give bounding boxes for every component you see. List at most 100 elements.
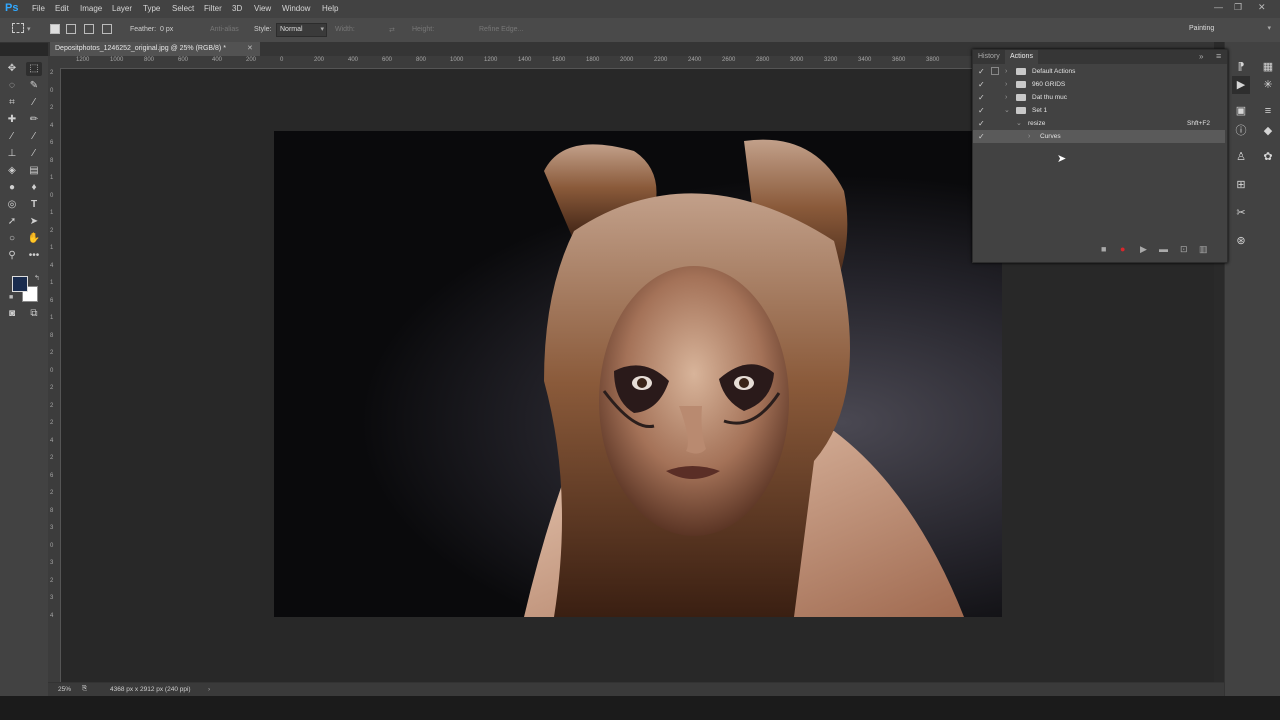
menu-filter[interactable]: Filter bbox=[204, 4, 222, 13]
menu-file[interactable]: File bbox=[32, 4, 45, 13]
direct-selection-tool-icon[interactable]: ➤ bbox=[26, 215, 42, 229]
mixer-brush-tool-icon[interactable]: ⁄ bbox=[26, 130, 42, 144]
chevron-right-icon[interactable]: › bbox=[1005, 78, 1007, 91]
workspace-select[interactable]: Painting ▾ bbox=[1186, 23, 1273, 35]
action-resize[interactable]: ✓ ⌄ resize Shft+F2 bbox=[973, 117, 1225, 130]
brush-tool-icon[interactable]: ⁄ bbox=[4, 130, 20, 144]
properties-icon[interactable]: ▣ bbox=[1232, 102, 1250, 120]
crop-tool-icon[interactable]: ⌗ bbox=[4, 96, 20, 110]
vertical-ruler[interactable]: 20246810121416182022242628303234 bbox=[48, 68, 61, 682]
sliders-icon[interactable]: ≡ bbox=[1259, 102, 1277, 120]
anti-alias-checkbox[interactable]: Anti-alias bbox=[210, 26, 239, 33]
quick-mask-icon[interactable]: ◙ bbox=[4, 307, 20, 321]
feather-input[interactable]: 0 px bbox=[160, 26, 173, 33]
character-icon[interactable]: ⊞ bbox=[1232, 176, 1250, 194]
screen-mode-icon[interactable]: ⧉ bbox=[26, 307, 42, 321]
dodge-tool-icon[interactable]: ♦ bbox=[26, 181, 42, 195]
style-select[interactable]: Normal ▾ bbox=[276, 23, 327, 37]
menu-image[interactable]: Image bbox=[80, 4, 102, 13]
foreground-color-swatch[interactable] bbox=[12, 276, 28, 292]
pencil-tool-icon[interactable]: ✏ bbox=[26, 113, 42, 127]
tab-actions[interactable]: Actions bbox=[1005, 50, 1038, 64]
record-icon[interactable]: ● bbox=[1120, 244, 1125, 254]
tools-icon[interactable]: ✂ bbox=[1232, 204, 1250, 222]
minimize-icon[interactable]: — bbox=[1214, 2, 1223, 12]
healing-brush-tool-icon[interactable]: ✚ bbox=[4, 113, 20, 127]
move-tool-icon[interactable]: ✥ bbox=[4, 62, 20, 76]
swap-colors-icon[interactable]: ↰ bbox=[34, 274, 40, 282]
close-tab-icon[interactable]: ✕ bbox=[247, 42, 253, 56]
chevron-right-icon[interactable]: › bbox=[1028, 130, 1030, 143]
status-share-icon[interactable]: ⎘ bbox=[82, 685, 87, 693]
chevron-right-icon[interactable]: › bbox=[1005, 91, 1007, 104]
swap-icon[interactable]: ⇄ bbox=[389, 26, 395, 34]
type-tool-icon[interactable]: T bbox=[26, 198, 42, 212]
eraser-tool-icon[interactable]: ◈ bbox=[4, 164, 20, 178]
tab-history[interactable]: History bbox=[973, 50, 1005, 64]
action-set-dat-thu-muc[interactable]: ✓ › Dat thu muc bbox=[973, 91, 1225, 104]
action-step-curves[interactable]: ✓ › Curves bbox=[973, 130, 1225, 143]
marquee-tool-icon[interactable]: ⬚ bbox=[26, 62, 42, 76]
check-icon[interactable]: ✓ bbox=[978, 65, 985, 78]
menu-type[interactable]: Type bbox=[143, 4, 160, 13]
menu-edit[interactable]: Edit bbox=[55, 4, 69, 13]
action-set-960grids[interactable]: ✓ › 960 GRIDS bbox=[973, 78, 1225, 91]
paths-icon[interactable]: ⊛ bbox=[1232, 232, 1250, 250]
dialog-toggle-icon[interactable] bbox=[991, 67, 999, 75]
zoom-level[interactable]: 25% bbox=[58, 686, 71, 693]
chevron-right-icon[interactable]: › bbox=[208, 686, 210, 693]
refine-edge-button[interactable]: Refine Edge... bbox=[479, 26, 523, 33]
new-set-icon[interactable]: ▬ bbox=[1159, 244, 1168, 254]
canvas-photo[interactable] bbox=[274, 131, 1002, 617]
menu-view[interactable]: View bbox=[254, 4, 271, 13]
ellipse-tool-icon[interactable]: ○ bbox=[4, 232, 20, 246]
menu-select[interactable]: Select bbox=[172, 4, 194, 13]
path-selection-tool-icon[interactable]: ➚ bbox=[4, 215, 20, 229]
pen-tool-icon[interactable]: ◎ bbox=[4, 198, 20, 212]
info-icon[interactable]: ⓘ bbox=[1232, 122, 1250, 140]
intersect-selection-icon[interactable] bbox=[102, 24, 112, 34]
chevron-right-icon[interactable]: › bbox=[1005, 65, 1007, 78]
new-selection-icon[interactable] bbox=[50, 24, 60, 34]
menu-layer[interactable]: Layer bbox=[112, 4, 132, 13]
document-tab[interactable]: Depositphotos_1246252_original.jpg @ 25%… bbox=[50, 42, 260, 56]
hand-tool-icon[interactable]: ✋ bbox=[26, 232, 42, 246]
grid-icon[interactable]: ▦ bbox=[1259, 58, 1277, 76]
action-set-set1[interactable]: ✓ ⌄ Set 1 bbox=[973, 104, 1225, 117]
gradient-tool-icon[interactable]: ▤ bbox=[26, 164, 42, 178]
brush-preset-icon[interactable]: ⁋ bbox=[1232, 58, 1250, 76]
clone-source-icon[interactable]: ♙ bbox=[1232, 148, 1250, 166]
menu-3d[interactable]: 3D bbox=[232, 4, 242, 13]
zoom-tool-icon[interactable]: ⚲ bbox=[4, 249, 20, 263]
collapse-panel-icon[interactable]: » bbox=[1199, 52, 1203, 61]
stop-icon[interactable]: ■ bbox=[1101, 244, 1106, 254]
check-icon[interactable]: ✓ bbox=[978, 91, 985, 104]
add-selection-icon[interactable] bbox=[66, 24, 76, 34]
layers-icon[interactable]: ◆ bbox=[1259, 122, 1277, 140]
new-action-icon[interactable]: ⊡ bbox=[1180, 244, 1188, 255]
history-brush-tool-icon[interactable]: ⁄ bbox=[26, 147, 42, 161]
chevron-down-icon[interactable]: ⌄ bbox=[1016, 117, 1022, 130]
delete-icon[interactable]: ▥ bbox=[1199, 244, 1208, 255]
menu-help[interactable]: Help bbox=[322, 4, 338, 13]
actions-play-icon[interactable]: ▶ bbox=[1232, 76, 1250, 94]
menu-window[interactable]: Window bbox=[282, 4, 310, 13]
marquee-preset-icon[interactable] bbox=[12, 23, 24, 33]
blur-tool-icon[interactable]: ● bbox=[4, 181, 20, 195]
adjust-icon[interactable]: ✳ bbox=[1259, 76, 1277, 94]
check-icon[interactable]: ✓ bbox=[978, 117, 985, 130]
close-icon[interactable]: ✕ bbox=[1258, 2, 1266, 13]
chevron-down-icon[interactable]: ⌄ bbox=[1004, 104, 1010, 117]
play-icon[interactable]: ▶ bbox=[1140, 244, 1147, 255]
lasso-tool-icon[interactable]: ◌ bbox=[4, 79, 20, 93]
channels-icon[interactable]: ✿ bbox=[1259, 148, 1277, 166]
panel-menu-icon[interactable]: ≡ bbox=[1216, 51, 1221, 61]
check-icon[interactable]: ✓ bbox=[978, 78, 985, 91]
default-colors-icon[interactable]: ■ bbox=[9, 294, 13, 301]
chevron-down-icon[interactable]: ▾ bbox=[27, 25, 31, 33]
more-tools-icon[interactable]: ••• bbox=[26, 249, 42, 263]
quick-select-tool-icon[interactable]: ✎ bbox=[26, 79, 42, 93]
restore-icon[interactable]: ❐ bbox=[1234, 2, 1242, 13]
action-set-default[interactable]: ✓ › Default Actions bbox=[973, 65, 1225, 78]
check-icon[interactable]: ✓ bbox=[978, 130, 985, 143]
